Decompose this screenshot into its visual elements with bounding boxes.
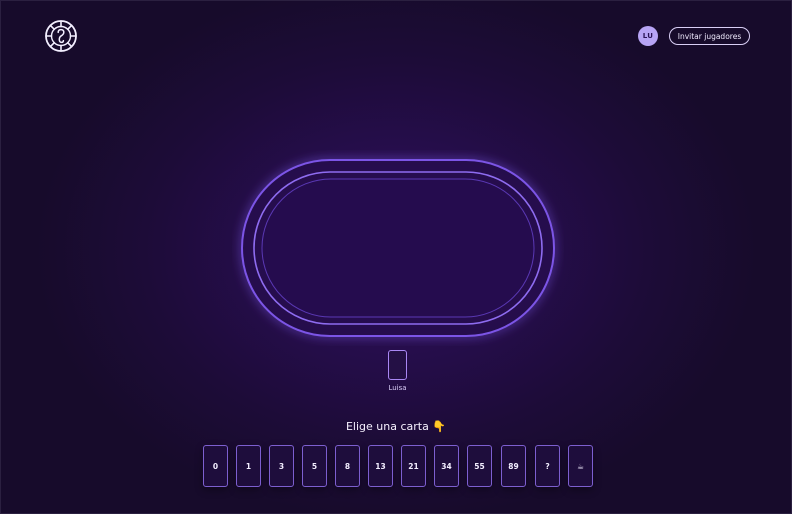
logo-icon[interactable] <box>44 19 78 53</box>
card-question[interactable]: ? <box>535 445 560 487</box>
card-21[interactable]: 21 <box>401 445 426 487</box>
card-13[interactable]: 13 <box>368 445 393 487</box>
player-name: Luisa <box>388 384 407 392</box>
card-55[interactable]: 55 <box>467 445 492 487</box>
card-1[interactable]: 1 <box>236 445 261 487</box>
card-deck: 0 1 3 5 8 13 21 34 55 89 ? ☕ <box>203 445 595 487</box>
card-0[interactable]: 0 <box>203 445 228 487</box>
invite-players-button[interactable]: Invitar jugadores <box>669 27 750 45</box>
card-3[interactable]: 3 <box>269 445 294 487</box>
card-34[interactable]: 34 <box>434 445 459 487</box>
card-89[interactable]: 89 <box>501 445 526 487</box>
choose-card-prompt: Elige una carta 👇 <box>345 420 447 433</box>
user-avatar[interactable]: LU <box>638 26 658 46</box>
player-card-slot <box>388 350 407 380</box>
card-coffee[interactable]: ☕ <box>568 445 593 487</box>
card-8[interactable]: 8 <box>335 445 360 487</box>
poker-table <box>241 159 555 337</box>
card-5[interactable]: 5 <box>302 445 327 487</box>
